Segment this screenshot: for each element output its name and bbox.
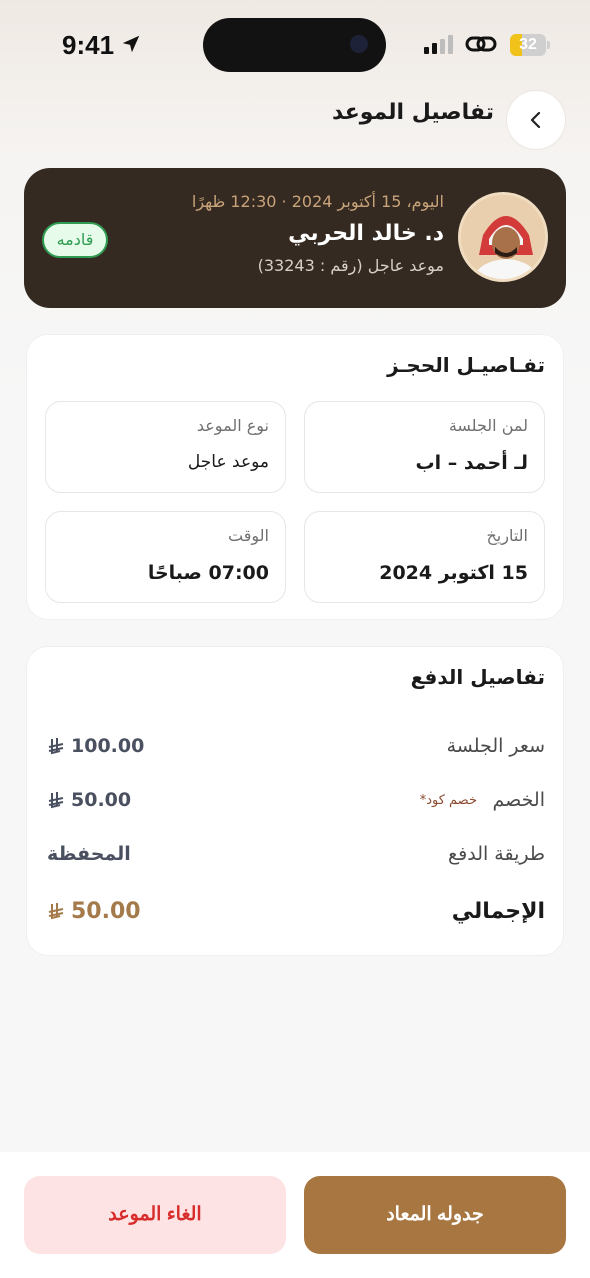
link-icon [465, 36, 497, 52]
back-button[interactable] [506, 90, 566, 150]
booking-details-title: تفـاصيـل الحجـز [387, 353, 545, 377]
field-label: الوقت [228, 526, 269, 545]
page-title: تفاصيل الموعد [332, 100, 494, 125]
discount-row: الخصم خصم كود* 50.00 [47, 789, 545, 819]
date-field: التاريخ 15 اكتوبر 2024 [304, 511, 545, 603]
chevron-right-icon [530, 111, 541, 129]
field-label: نوع الموعد [196, 416, 269, 435]
session-for-field: لمن الجلسة لـ أحمد – اب [304, 401, 545, 493]
amount: 50.00 [71, 899, 141, 924]
field-value: موعد عاجل [187, 452, 269, 472]
appointment-type-number: موعد عاجل (رقم : 33243) [257, 256, 444, 275]
bottom-action-bar: جدوله المعاد الغاء الموعد [0, 1152, 590, 1278]
battery-icon: 32 [510, 34, 550, 56]
row-value: المحفظة [47, 843, 131, 865]
amount: 100.00 [71, 735, 145, 757]
doctor-name: د. خالد الحربي [288, 221, 444, 246]
field-value: 15 اكتوبر 2024 [379, 562, 528, 584]
status-badge: قادمه [42, 222, 108, 258]
field-label: التاريخ [486, 526, 528, 545]
total-label: الإجمالي [451, 899, 545, 924]
payment-method-row: طريقة الدفع المحفظة [47, 843, 545, 873]
doctor-appointment-card[interactable]: اليوم، 15 أكتوبر 2024 · 12:30 ظهرًا د. خ… [24, 168, 566, 308]
session-price-row: سعر الجلسة 100.00 [47, 735, 545, 765]
signal-icon [424, 35, 453, 54]
row-label: الخصم [492, 789, 545, 811]
saudi-riyal-icon [48, 791, 64, 808]
time-field: الوقت 07:00 صباحًا [45, 511, 286, 603]
battery-level: 32 [519, 36, 537, 53]
dynamic-island [203, 18, 386, 72]
total-row: الإجمالي 50.00 [47, 899, 545, 929]
field-label: لمن الجلسة [448, 416, 528, 435]
saudi-riyal-icon [48, 737, 64, 754]
status-bar: 9:41 32 [0, 0, 590, 90]
field-value: 07:00 صباحًا [147, 562, 269, 584]
row-value: 50.00 [47, 789, 131, 811]
cancel-appointment-button[interactable]: الغاء الموعد [24, 1176, 286, 1254]
field-value: لـ أحمد – اب [415, 452, 529, 474]
discount-code-label: خصم كود* [419, 793, 477, 808]
booking-details-card: تفـاصيـل الحجـز لمن الجلسة لـ أحمد – اب … [26, 334, 564, 620]
location-arrow-icon [122, 35, 140, 53]
row-value: 100.00 [47, 735, 144, 757]
reschedule-button[interactable]: جدوله المعاد [304, 1176, 566, 1254]
appointment-datetime: اليوم، 15 أكتوبر 2024 · 12:30 ظهرًا [191, 192, 444, 211]
amount: 50.00 [71, 789, 132, 811]
saudi-riyal-icon [48, 903, 64, 920]
row-label: طريقة الدفع [448, 843, 545, 865]
camera-icon [350, 35, 368, 53]
doctor-info: اليوم، 15 أكتوبر 2024 · 12:30 ظهرًا د. خ… [192, 192, 444, 275]
payment-details-card: تفاصيل الدفع سعر الجلسة 100.00 الخصم خصم… [26, 646, 564, 956]
status-time: 9:41 [62, 30, 115, 60]
payment-details-title: تفاصيل الدفع [410, 665, 545, 689]
total-value: 50.00 [47, 899, 141, 924]
appointment-type-field: نوع الموعد موعد عاجل [45, 401, 286, 493]
row-label: سعر الجلسة [446, 735, 545, 757]
doctor-avatar [458, 192, 548, 282]
